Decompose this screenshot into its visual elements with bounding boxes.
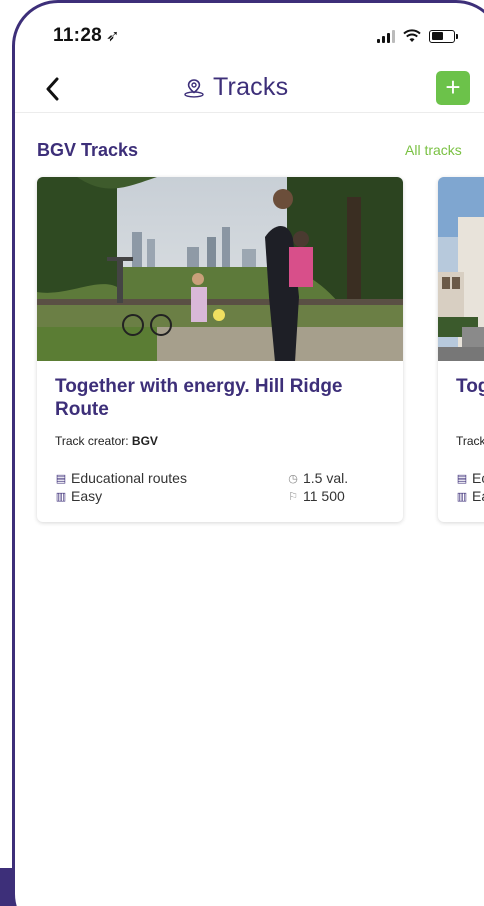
track-category-text: Educational routes [71, 470, 187, 486]
add-track-button[interactable]: + [436, 71, 470, 105]
time-text: 11:28 [53, 25, 103, 46]
status-icons [377, 29, 458, 43]
difficulty-bars-icon: ▥ [55, 490, 67, 503]
track-creator-label: Track creator: [55, 434, 129, 448]
page-title: Tracks [183, 73, 288, 102]
track-card[interactable]: Together with energy. Hill Ridge Route T… [37, 177, 403, 522]
back-button[interactable] [37, 71, 67, 107]
category-icon: ▤ [456, 472, 468, 485]
track-creator-label: Track [456, 434, 484, 448]
track-difficulty: ▥ Easy [55, 488, 102, 504]
all-tracks-link[interactable]: All tracks [405, 142, 462, 158]
track-title: Together with energy. Hill Ridge Route [55, 376, 343, 420]
signal-icon [377, 29, 395, 43]
track-creator-name: BGV [131, 434, 158, 448]
track-difficulty: ▥ Ea [456, 488, 484, 504]
track-duration: ◷ 1.5 val. [287, 470, 348, 486]
difficulty-bars-icon: ▥ [456, 490, 468, 503]
track-category-text: Ec [472, 470, 484, 486]
location-arrow-icon: ➶ [106, 28, 120, 45]
track-photo [438, 177, 484, 361]
track-photo [37, 177, 403, 361]
battery-icon [429, 29, 458, 43]
track-category: ▤ Educational routes [55, 470, 187, 486]
flag-icon: ⚐ [288, 490, 298, 503]
navigation-bar: Tracks + [15, 63, 484, 113]
category-icon: ▤ [55, 472, 67, 485]
track-creator: Track [456, 434, 484, 448]
section-title: BGV Tracks [37, 140, 139, 160]
track-card[interactable]: Tog Track ▤ Ec ▥ Ea [438, 177, 484, 522]
track-title: Tog [456, 376, 484, 397]
track-difficulty-text: Ea [472, 488, 484, 504]
status-time: 11:28 ➶ [53, 25, 120, 47]
page-title-text: Tracks [213, 73, 289, 101]
track-steps-text: 11 500 [303, 488, 345, 504]
phone-frame: 11:28 ➶ Tracks + BGV Tracks All tracks T… [12, 0, 484, 906]
track-steps: ⚐ 11 500 [287, 488, 345, 504]
chevron-left-icon [46, 77, 59, 101]
clock-icon: ◷ [288, 472, 298, 485]
wifi-icon [403, 29, 421, 42]
route-pin-icon [184, 78, 204, 98]
track-duration-text: 1.5 val. [303, 470, 349, 486]
track-category: ▤ Ec [456, 470, 484, 486]
track-difficulty-text: Easy [71, 488, 103, 504]
track-creator: Track creator: BGV [55, 434, 158, 448]
